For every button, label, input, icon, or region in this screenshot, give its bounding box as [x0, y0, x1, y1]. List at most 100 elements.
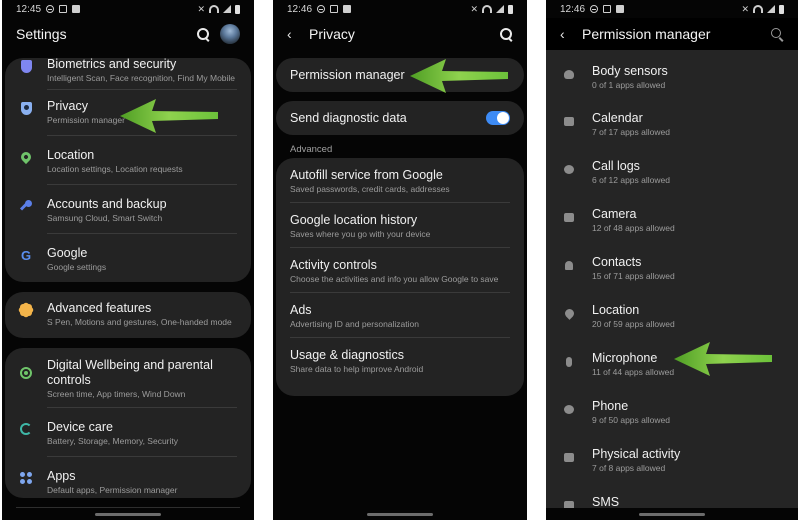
apps-icon: [20, 472, 32, 484]
page-title: Privacy: [309, 26, 355, 42]
dnd-icon: [590, 5, 599, 13]
settings-item-apps[interactable]: Apps Default apps, Permission manager: [5, 466, 251, 496]
permission-manager-screen: 12:46 ✕ ‹ Permission manager Body sensor…: [546, 0, 798, 520]
privacy-item-autofill[interactable]: Autofill service from Google Saved passw…: [276, 158, 524, 195]
home-gesture-bar[interactable]: [95, 513, 161, 516]
permission-list: Body sensors 0 of 1 apps allowed Calendar…: [546, 50, 798, 510]
item-subtitle: S Pen, Motions and gestures, One-handed …: [47, 317, 232, 327]
item-subtitle: Samsung Cloud, Smart Switch: [47, 213, 163, 223]
arrow-left-icon: [120, 99, 218, 133]
arrow-left-icon: [674, 342, 772, 376]
send-diagnostic-data-row[interactable]: Send diagnostic data: [276, 101, 524, 135]
divider: [47, 184, 237, 185]
settings-item-digital-wellbeing[interactable]: Digital Wellbeing and parental controls S…: [5, 348, 251, 400]
privacy-item-usage-diagnostics[interactable]: Usage & diagnostics Share data to help i…: [276, 338, 524, 375]
item-title: Location: [592, 303, 640, 317]
settings-item-device-care[interactable]: Device care Battery, Storage, Memory, Sec…: [5, 417, 251, 447]
wifi-icon: [209, 5, 219, 13]
settings-item-advanced-features[interactable]: Advanced features S Pen, Motions and gest…: [5, 292, 251, 328]
divider: [47, 233, 237, 234]
home-gesture-bar[interactable]: [367, 513, 433, 516]
item-title: Microphone: [592, 351, 658, 365]
permission-item-call-logs[interactable]: Call logs 6 of 12 apps allowed: [546, 146, 798, 194]
status-bar: 12:46 ✕: [273, 0, 527, 18]
permission-item-camera[interactable]: Camera 12 of 48 apps allowed: [546, 194, 798, 242]
navigation-bar: [546, 508, 798, 520]
search-icon[interactable]: [196, 27, 210, 41]
send-diagnostic-toggle[interactable]: [486, 111, 510, 125]
item-title: Accounts and backup: [47, 197, 167, 211]
avatar[interactable]: [220, 24, 240, 44]
mute-icon: ✕: [470, 4, 478, 14]
item-subtitle: Screen time, App timers, Wind Down: [47, 389, 186, 399]
permission-item-location[interactable]: Location 20 of 59 apps allowed: [546, 290, 798, 338]
location-icon: [562, 307, 576, 320]
item-subtitle: 12 of 48 apps allowed: [592, 223, 675, 233]
section-header: Advanced: [290, 144, 333, 155]
back-icon[interactable]: ‹: [287, 26, 297, 42]
item-title: Calendar: [592, 111, 643, 125]
item-title: Call logs: [592, 159, 640, 173]
mute-icon: ✕: [197, 4, 205, 14]
item-subtitle: 0 of 1 apps allowed: [592, 80, 666, 90]
settings-item-location[interactable]: Location Location settings, Location requ…: [5, 145, 251, 175]
divider: [47, 135, 237, 136]
settings-card-wellbeing: Digital Wellbeing and parental controls S…: [5, 348, 251, 498]
item-title: Ads: [290, 303, 312, 317]
microphone-icon: [566, 357, 572, 367]
settings-item-google[interactable]: G Google Google settings: [5, 243, 251, 273]
gallery-notification-icon: [616, 5, 625, 13]
permission-item-physical-activity[interactable]: Physical activity 7 of 8 apps allowed: [546, 434, 798, 482]
screenshot-notification-icon: [59, 5, 68, 13]
phone-icon: [564, 405, 574, 414]
annotation-arrow-privacy: [120, 99, 218, 133]
item-subtitle: 11 of 44 apps allowed: [592, 367, 675, 377]
privacy-item-location-history[interactable]: Google location history Saves where you …: [276, 203, 524, 240]
battery-icon: [508, 4, 513, 14]
gallery-notification-icon: [72, 5, 81, 13]
signal-icon: [496, 5, 504, 13]
advanced-features-icon: [17, 301, 35, 319]
app-bar: ‹ Privacy: [273, 18, 527, 50]
annotation-arrow-microphone: [674, 342, 772, 376]
item-title: Body sensors: [592, 64, 668, 78]
permission-item-calendar[interactable]: Calendar 7 of 17 apps allowed: [546, 98, 798, 146]
screenshot-notification-icon: [330, 5, 339, 13]
permission-item-phone[interactable]: Phone 9 of 50 apps allowed: [546, 386, 798, 434]
navigation-bar: [273, 508, 527, 520]
back-icon[interactable]: ‹: [560, 26, 570, 42]
signal-icon: [767, 5, 775, 13]
permission-item-contacts[interactable]: Contacts 15 of 71 apps allowed: [546, 242, 798, 290]
settings-card-advanced: Advanced features S Pen, Motions and gest…: [5, 292, 251, 338]
search-icon[interactable]: [770, 27, 784, 41]
app-bar: ‹ Permission manager: [546, 18, 798, 50]
item-subtitle: Location settings, Location requests: [47, 164, 183, 174]
search-icon[interactable]: [499, 27, 513, 41]
key-icon: [20, 200, 32, 212]
signal-icon: [223, 5, 231, 13]
status-time: 12:45: [16, 3, 42, 15]
home-gesture-bar[interactable]: [639, 513, 705, 516]
permission-item-body-sensors[interactable]: Body sensors 0 of 1 apps allowed: [546, 50, 798, 98]
advanced-card: Autofill service from Google Saved passw…: [276, 158, 524, 396]
item-subtitle: 6 of 12 apps allowed: [592, 175, 670, 185]
privacy-item-ads[interactable]: Ads Advertising ID and personalization: [276, 293, 524, 330]
location-pin-icon: [18, 149, 34, 165]
privacy-item-activity-controls[interactable]: Activity controls Choose the activities …: [276, 248, 524, 285]
heart-monitor-icon: [564, 70, 574, 79]
battery-icon: [235, 4, 240, 14]
item-subtitle: 7 of 8 apps allowed: [592, 463, 666, 473]
settings-item-biometrics[interactable]: Biometrics and security Intelligent Scan,…: [5, 58, 251, 84]
app-bar: Settings: [2, 18, 254, 50]
mute-icon: ✕: [741, 4, 749, 14]
status-time: 12:46: [560, 3, 586, 15]
item-title: Apps: [47, 469, 76, 483]
battery-icon: [779, 4, 784, 14]
settings-item-accounts[interactable]: Accounts and backup Samsung Cloud, Smart …: [5, 194, 251, 224]
item-subtitle: Battery, Storage, Memory, Security: [47, 436, 179, 446]
item-subtitle: Saves where you go with your device: [290, 229, 431, 239]
item-title: Google location history: [290, 213, 418, 227]
item-subtitle: Intelligent Scan, Face recognition, Find…: [47, 73, 236, 83]
item-title: Usage & diagnostics: [290, 348, 404, 362]
item-title: Send diagnostic data: [290, 111, 407, 125]
